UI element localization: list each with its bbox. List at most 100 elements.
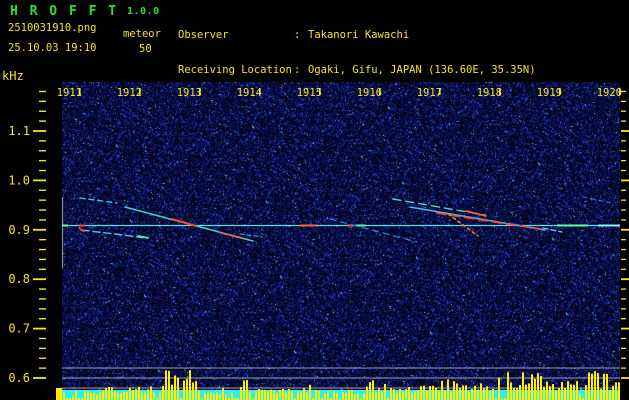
freq-axis-label: 0.7 bbox=[8, 322, 30, 336]
time-axis-label: 1917 bbox=[417, 87, 442, 99]
freq-minor-tick-right bbox=[621, 268, 626, 270]
activity-bar bbox=[447, 379, 449, 400]
meteor-echo-streak bbox=[542, 227, 563, 233]
freq-minor-tick-right bbox=[621, 337, 626, 340]
activity-bar bbox=[609, 389, 611, 400]
activity-bar bbox=[534, 378, 536, 400]
activity-bar bbox=[480, 383, 482, 400]
meteor-echo-streak bbox=[329, 218, 418, 243]
freq-minor-tick-right bbox=[621, 248, 626, 251]
activity-bar bbox=[183, 380, 185, 400]
freq-axis-label: 0.8 bbox=[8, 272, 30, 286]
time-axis-label: 1915 bbox=[297, 87, 322, 99]
activity-bar bbox=[459, 388, 461, 400]
activity-bar bbox=[261, 389, 263, 400]
activity-bar bbox=[519, 385, 521, 400]
freq-minor-tick bbox=[39, 150, 46, 152]
activity-bar bbox=[207, 392, 209, 400]
activity-bar bbox=[255, 391, 257, 400]
freq-minor-tick bbox=[39, 140, 46, 142]
freq-minor-tick-right bbox=[621, 209, 626, 211]
activity-bar bbox=[552, 384, 554, 400]
activity-bar bbox=[186, 378, 188, 400]
freq-minor-tick-right bbox=[621, 347, 626, 350]
freq-minor-tick bbox=[39, 347, 46, 350]
freq-minor-tick bbox=[39, 159, 46, 162]
activity-bar bbox=[435, 387, 437, 400]
activity-bar bbox=[117, 392, 119, 400]
activity-bar bbox=[324, 393, 326, 400]
activity-bar bbox=[612, 386, 614, 400]
activity-bar bbox=[297, 391, 299, 400]
activity-bar bbox=[576, 381, 578, 400]
activity-bar bbox=[567, 381, 569, 400]
activity-bar bbox=[111, 387, 113, 400]
activity-bar bbox=[471, 389, 473, 400]
activity-bar bbox=[204, 393, 206, 400]
activity-bar bbox=[405, 389, 407, 400]
corner-mark bbox=[56, 388, 62, 400]
activity-bar bbox=[594, 371, 596, 400]
freq-axis-unit-label: kHz bbox=[2, 69, 24, 83]
activity-bar bbox=[438, 390, 440, 400]
activity-bar bbox=[570, 384, 572, 400]
activity-bar bbox=[591, 373, 593, 400]
freq-minor-tick bbox=[39, 199, 46, 201]
activity-bar bbox=[231, 392, 233, 400]
activity-bar bbox=[423, 385, 425, 400]
freq-major-tick-right bbox=[621, 327, 629, 330]
time-axis-label: 1916 bbox=[357, 87, 382, 99]
activity-bar bbox=[318, 391, 320, 400]
freq-major-tick-right bbox=[621, 228, 629, 231]
activity-bar bbox=[153, 392, 155, 400]
activity-bar bbox=[498, 377, 500, 400]
activity-bar bbox=[240, 387, 242, 400]
activity-bar bbox=[192, 382, 194, 400]
activity-bar bbox=[288, 388, 290, 400]
activity-bar bbox=[537, 373, 539, 400]
activity-bar bbox=[75, 391, 77, 400]
freq-minor-tick bbox=[39, 100, 46, 103]
activity-bar bbox=[561, 382, 563, 400]
activity-bar bbox=[102, 390, 104, 400]
activity-bar bbox=[456, 383, 458, 400]
activity-bar bbox=[615, 382, 617, 400]
activity-bar bbox=[267, 391, 269, 400]
freq-minor-tick-right bbox=[621, 258, 626, 261]
activity-bar bbox=[291, 391, 293, 400]
activity-bar bbox=[432, 385, 434, 400]
time-axis-label: 1920 bbox=[597, 87, 622, 99]
meteor-echo-streak bbox=[239, 233, 263, 238]
activity-bar bbox=[522, 372, 524, 400]
activity-bar bbox=[147, 389, 149, 400]
activity-bar bbox=[348, 389, 350, 400]
activity-bar bbox=[177, 377, 179, 400]
activity-bar bbox=[444, 390, 446, 400]
activity-bar bbox=[282, 388, 284, 400]
activity-bar bbox=[138, 386, 140, 400]
activity-bar bbox=[357, 393, 359, 400]
activity-bar bbox=[588, 372, 590, 400]
activity-bar bbox=[345, 392, 347, 400]
activity-bar bbox=[549, 386, 551, 400]
freq-minor-tick bbox=[39, 110, 46, 112]
time-axis-label: 1911 bbox=[57, 87, 82, 99]
activity-bar bbox=[585, 384, 587, 400]
activity-bar bbox=[450, 391, 452, 400]
activity-bar bbox=[555, 390, 557, 400]
activity-bar bbox=[162, 385, 164, 400]
activity-bar bbox=[516, 388, 518, 400]
freq-minor-tick-right bbox=[621, 110, 626, 112]
time-axis-label: 1912 bbox=[117, 87, 142, 99]
activity-bar bbox=[174, 375, 176, 400]
activity-bar bbox=[171, 384, 173, 400]
activity-bar bbox=[414, 391, 416, 400]
activity-bar bbox=[306, 392, 308, 400]
freq-minor-tick bbox=[39, 288, 46, 290]
activity-bar bbox=[90, 393, 92, 400]
activity-bar bbox=[210, 392, 212, 400]
activity-bar bbox=[600, 388, 602, 400]
activity-bar bbox=[513, 387, 515, 400]
activity-bar bbox=[417, 390, 419, 400]
activity-bar bbox=[96, 394, 98, 400]
